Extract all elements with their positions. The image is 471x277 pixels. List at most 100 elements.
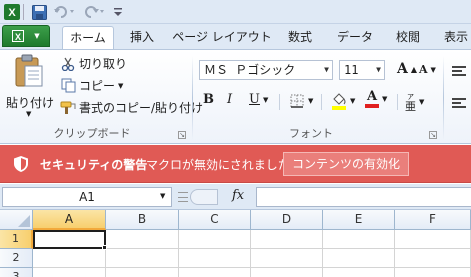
ribbon-tabs: X ▼ ホーム 挿入 ページ レイアウト 数式 データ 校閲 表示 (0, 24, 471, 49)
border-icon (289, 93, 305, 109)
cell-e3[interactable] (323, 268, 395, 277)
bold-label: B (203, 92, 214, 107)
tab-page-layout[interactable]: ページ レイアウト (172, 26, 272, 49)
cell-b2[interactable] (106, 249, 179, 268)
font-name-select[interactable]: ＭＳ Ｐゴシック ▼ (199, 60, 333, 80)
file-tab[interactable]: X ▼ (2, 25, 50, 47)
phonetic-button[interactable]: ア亜 ▼ (405, 92, 424, 112)
formula-buttons: fx (176, 187, 254, 207)
separator (279, 94, 280, 110)
fill-handle[interactable] (102, 245, 107, 250)
cell-f2[interactable] (395, 249, 471, 268)
row-header-2[interactable]: 2 (0, 249, 33, 268)
chevron-down-icon: ▼ (324, 65, 329, 74)
cell-c3[interactable] (179, 268, 251, 277)
fill-bucket-icon (331, 92, 347, 110)
borders-button[interactable]: ▼ (289, 93, 313, 109)
font-color-swatch (365, 104, 379, 108)
formula-input[interactable] (256, 187, 471, 207)
tab-data[interactable]: データ (330, 26, 380, 49)
font-launcher-icon[interactable]: ↘ (429, 131, 437, 139)
font-color-button[interactable]: A ▼ (365, 90, 387, 108)
clipboard-group-label: クリップボード (53, 127, 131, 140)
column-header-b[interactable]: B (106, 210, 179, 230)
row-header-3[interactable]: 3 (0, 268, 33, 277)
security-warning-bar: セキュリティの警告 マクロが無効にされました。 コンテンツの有効化 (0, 145, 471, 183)
column-header-d[interactable]: D (251, 210, 323, 230)
tab-home[interactable]: ホーム (62, 26, 114, 49)
phonetic-icon: ア亜 (405, 93, 416, 113)
chevron-down-icon: ▼ (308, 97, 314, 105)
separator (397, 94, 398, 110)
fill-color-button[interactable]: ▼ (331, 92, 355, 110)
cell-b3[interactable] (106, 268, 179, 277)
cut-label: 切り取り (79, 57, 128, 71)
chevron-down-icon[interactable]: ▼ (160, 192, 165, 200)
formula-bar-divider (190, 189, 218, 205)
tab-insert[interactable]: 挿入 (120, 26, 164, 49)
cell-a2[interactable] (33, 249, 106, 268)
redo-icon[interactable] (82, 3, 106, 21)
excel-logo-icon[interactable]: X (3, 3, 21, 21)
cell-d3[interactable] (251, 268, 323, 277)
font-group: ＭＳ Ｐゴシック ▼ 11 ▼ A ▲ A ▼ B I U ▼ ▼ ▼ A ▼ … (193, 50, 443, 145)
paste-button[interactable]: 貼り付け ▼ (6, 54, 54, 120)
cell-f3[interactable] (395, 268, 471, 277)
clipboard-group: 貼り付け ▼ 切り取り コピー ▼ 書式のコピー/貼り付け クリップボード ↘ (0, 50, 203, 145)
svg-text:X: X (8, 7, 16, 19)
undo-icon[interactable] (52, 3, 76, 21)
clipboard-launcher-icon[interactable]: ↘ (178, 131, 186, 139)
resize-grip-icon[interactable] (178, 192, 188, 202)
separator (321, 94, 322, 110)
title-bar: X (0, 0, 471, 24)
chevron-down-icon: ▼ (350, 97, 356, 105)
cell-b1[interactable] (106, 230, 179, 249)
row-header-1[interactable]: 1 (0, 230, 33, 249)
align-left-icon[interactable] (452, 98, 466, 110)
cell-d2[interactable] (251, 249, 323, 268)
grow-font-icon[interactable]: A ▲ (397, 61, 417, 77)
format-painter-label: 書式のコピー/貼り付け (79, 101, 204, 115)
corner-triangle-icon (18, 215, 30, 227)
name-box-value: A1 (79, 190, 95, 204)
chevron-down-icon: ▼ (34, 32, 40, 40)
cell-c1[interactable] (179, 230, 251, 249)
underline-label: U (249, 92, 260, 107)
column-header-a[interactable]: A (33, 210, 106, 230)
italic-button[interactable]: I (227, 92, 232, 107)
underline-button[interactable]: U ▼ (249, 92, 268, 107)
cell-c2[interactable] (179, 249, 251, 268)
font-size-select[interactable]: 11 ▼ (339, 60, 385, 80)
fx-label: fx (232, 188, 245, 203)
format-painter-button[interactable]: 書式のコピー/貼り付け (60, 99, 203, 116)
security-warning-title: セキュリティの警告 (40, 158, 148, 172)
tab-view[interactable]: 表示 (436, 26, 471, 49)
column-header-f[interactable]: F (395, 210, 471, 230)
cell-f1[interactable] (395, 230, 471, 249)
cell-a3[interactable] (33, 268, 106, 277)
align-icon[interactable] (452, 66, 466, 78)
bold-button[interactable]: B (203, 92, 214, 107)
cell-e2[interactable] (323, 249, 395, 268)
name-box[interactable]: A1 (2, 187, 172, 207)
cell-e1[interactable] (323, 230, 395, 249)
insert-function-button[interactable]: fx (232, 188, 244, 203)
column-header-c[interactable]: C (179, 210, 251, 230)
column-header-e[interactable]: E (323, 210, 395, 230)
tab-review[interactable]: 校閲 (386, 26, 430, 49)
ribbon: 貼り付け ▼ 切り取り コピー ▼ 書式のコピー/貼り付け クリップボード ↘ (0, 49, 471, 144)
enable-content-button[interactable]: コンテンツの有効化 (283, 152, 409, 176)
formula-bar: A1 ▼ fx (0, 184, 471, 210)
shrink-font-icon[interactable]: A ▼ (419, 63, 436, 76)
paste-icon (15, 54, 43, 87)
cut-button[interactable]: 切り取り (60, 55, 127, 72)
tab-formulas[interactable]: 数式 (278, 26, 322, 49)
copy-button[interactable]: コピー ▼ (60, 77, 123, 94)
cell-d1[interactable] (251, 230, 323, 249)
copy-icon (60, 78, 76, 94)
worksheet-grid: A B C D E F 1 2 3 (0, 210, 471, 277)
active-cell-selection[interactable] (33, 230, 106, 249)
save-icon[interactable] (30, 3, 48, 21)
customize-icon[interactable] (112, 3, 124, 21)
select-all-corner[interactable] (0, 210, 33, 230)
